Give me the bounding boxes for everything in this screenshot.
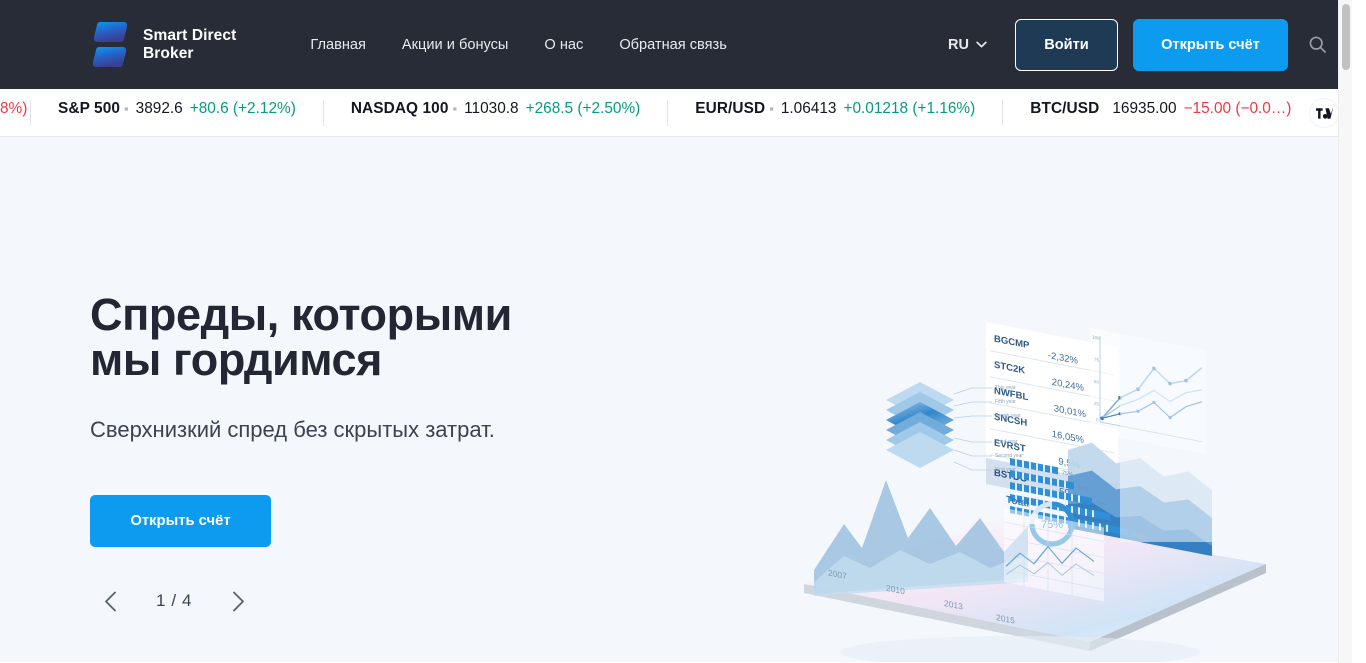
svg-text:Second year: Second year xyxy=(995,453,1023,459)
ticker-clipped-change: 8%) xyxy=(0,99,28,117)
svg-text:25: 25 xyxy=(1094,401,1099,407)
svg-text:This year: This year xyxy=(995,385,1016,391)
hero-subtitle: Сверхнизкий спред без скрытых затрат. xyxy=(90,417,495,442)
ticker-change: +268.5 (+2.50%) xyxy=(525,99,641,117)
ticker-item[interactable]: S&P 500 ▪ 3892.6 +80.6 (+2.12%) xyxy=(30,99,323,126)
ticker-symbol: EUR/USD xyxy=(695,99,766,117)
search-button[interactable] xyxy=(1304,32,1330,58)
ticker-dot-icon: ▪ xyxy=(124,100,129,116)
svg-text:Fifth year: Fifth year xyxy=(995,399,1016,405)
market-ticker[interactable]: 8%) S&P 500 ▪ 3892.6 +80.6 (+2.12%) NASD… xyxy=(0,89,1352,137)
ticker-symbol: BTC/USD xyxy=(1030,99,1100,117)
header-actions: RU Войти Открыть счёт xyxy=(944,18,1330,71)
chevron-left-icon xyxy=(104,591,116,611)
login-button[interactable]: Войти xyxy=(1015,18,1118,71)
svg-text:50: 50 xyxy=(1094,379,1099,385)
ticker-item-clipped[interactable]: 8%) xyxy=(0,100,30,126)
open-account-button-header[interactable]: Открыть счёт xyxy=(1133,18,1288,71)
layered-cube-icon xyxy=(886,382,954,468)
ticker-change: +80.6 (+2.12%) xyxy=(189,99,296,117)
ticker-change: −15.00 (−0.0…) xyxy=(1183,99,1292,117)
ticker-symbol: NASDAQ 100 xyxy=(350,99,449,117)
brand-name: Smart Direct Broker xyxy=(143,26,237,62)
language-selector[interactable]: RU xyxy=(944,29,991,61)
tradingview-badge[interactable] xyxy=(1310,99,1338,127)
svg-text:Third year: Third year xyxy=(995,439,1018,445)
ticker-price: 11030.8 xyxy=(464,99,519,117)
page-scrollbar[interactable] xyxy=(1338,0,1352,663)
hero-illustration: BGCMP -2,32% STC2K 20,24% NWFBL 30,01% SNCS… xyxy=(790,312,1280,662)
hero-section: Спреды, которыми мы гордимся Сверхнизкий… xyxy=(0,137,1352,662)
nav-item-home[interactable]: Главная xyxy=(310,37,366,53)
brand-logo[interactable]: Smart Direct Broker xyxy=(90,20,236,70)
search-icon xyxy=(1309,36,1326,53)
carousel-counter: 1 / 4 xyxy=(155,591,193,610)
site-header: Smart Direct Broker Главная Акции и бону… xyxy=(0,0,1352,89)
ticker-item[interactable]: BTC/USD 16935.00 −15.00 (−0.0…) xyxy=(1002,99,1318,126)
ticker-symbol: S&P 500 xyxy=(58,99,121,117)
hero-carousel-controls: 1 / 4 xyxy=(88,579,260,623)
ticker-dot-icon: ▪ xyxy=(452,100,458,116)
chevron-down-icon xyxy=(976,41,987,48)
ticker-price: 3892.6 xyxy=(135,99,183,117)
carousel-next-button[interactable] xyxy=(216,579,260,623)
ticker-item[interactable]: NASDAQ 100 ▪ 11030.8 +268.5 (+2.50%) xyxy=(322,99,667,126)
ticker-item[interactable]: EUR/USD ▪ 1.06413 +0.01218 (+1.16%) xyxy=(667,99,1002,126)
ticker-dot-icon: ▪ xyxy=(769,100,774,116)
ticker-price: 16935.00 xyxy=(1112,99,1177,117)
nav-item-about[interactable]: О нас xyxy=(544,37,583,53)
ticker-price: 1.06413 xyxy=(780,99,837,117)
svg-text:Fourth year: Fourth year xyxy=(995,413,1021,419)
tradingview-logo-icon xyxy=(1315,107,1333,119)
svg-text:75: 75 xyxy=(1094,357,1099,363)
s-logo-icon xyxy=(92,21,128,67)
scrollbar-thumb[interactable] xyxy=(1342,4,1350,70)
nav-item-feedback[interactable]: Обратная связь xyxy=(619,37,727,53)
carousel-prev-button[interactable] xyxy=(88,579,132,623)
ticker-change: +0.01218 (+1.16%) xyxy=(843,99,976,117)
main-nav: Главная Акции и бонусы О нас Обратная св… xyxy=(310,37,726,53)
hero-title: Спреды, которыми мы гордимся xyxy=(90,289,512,385)
svg-text:Total: Total xyxy=(1006,494,1029,509)
chevron-right-icon xyxy=(232,591,244,611)
page-root: Smart Direct Broker Главная Акции и бону… xyxy=(0,0,1352,663)
open-account-button-hero[interactable]: Открыть счёт xyxy=(90,494,271,547)
nav-item-promos[interactable]: Акции и бонусы xyxy=(402,37,509,53)
language-label: RU xyxy=(948,36,969,53)
hero-copy: Спреды, которыми мы гордимся Сверхнизкий… xyxy=(90,292,730,547)
analytics-dashboard-illustration: BGCMP-2,32% STC2K20,24% NWFBL30,01% SNCS… xyxy=(804,312,1280,662)
